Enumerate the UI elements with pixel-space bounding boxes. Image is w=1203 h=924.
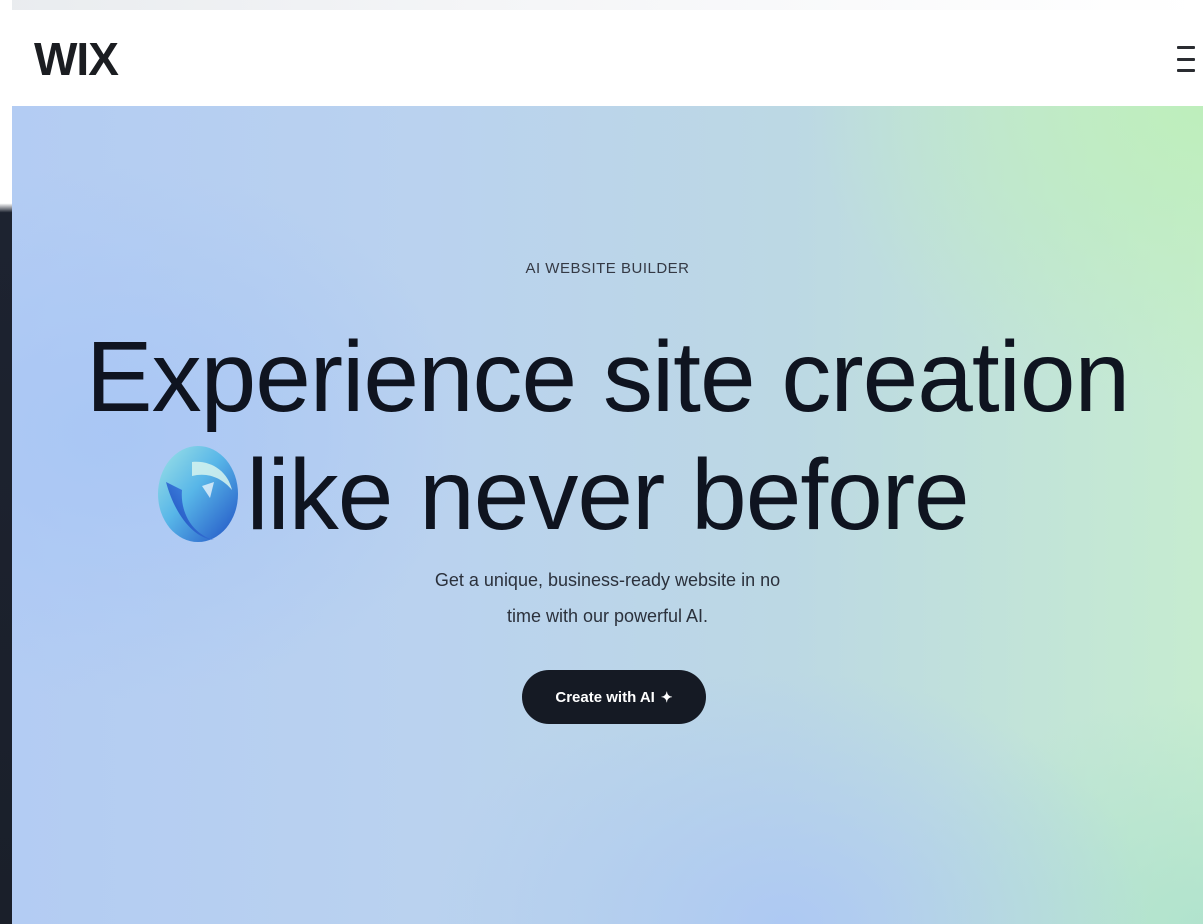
site-header: WIX <box>12 10 1203 106</box>
subtitle-line-2: time with our powerful AI. <box>506 606 709 626</box>
hero-section: AI WEBSITE BUILDER Experience site creat… <box>12 106 1203 924</box>
hero-eyebrow: AI WEBSITE BUILDER <box>525 260 690 277</box>
sparkle-icon: ✦ <box>660 688 673 705</box>
cta-label: Create with AI <box>555 688 655 706</box>
browser-viewport: WIX AI WEBSITE BUILDER Experience site c… <box>0 0 1203 924</box>
subtitle-line-1: Get a unique, business-ready website in … <box>434 570 781 590</box>
menu-line <box>1177 46 1195 49</box>
hamburger-menu-icon[interactable] <box>1177 46 1199 72</box>
wix-logo[interactable]: WIX <box>34 36 119 82</box>
headline-line-1: Experience site creation <box>85 321 1130 433</box>
menu-line <box>1177 69 1195 72</box>
menu-line <box>1177 57 1195 61</box>
hero-subtitle: Get a unique, business-ready website in … <box>12 562 1203 634</box>
window-top-edge <box>0 0 1203 10</box>
window-left-edge <box>0 0 12 924</box>
ai-orb-icon <box>158 446 238 542</box>
create-with-ai-button[interactable]: Create with AI ✦ <box>522 670 706 724</box>
